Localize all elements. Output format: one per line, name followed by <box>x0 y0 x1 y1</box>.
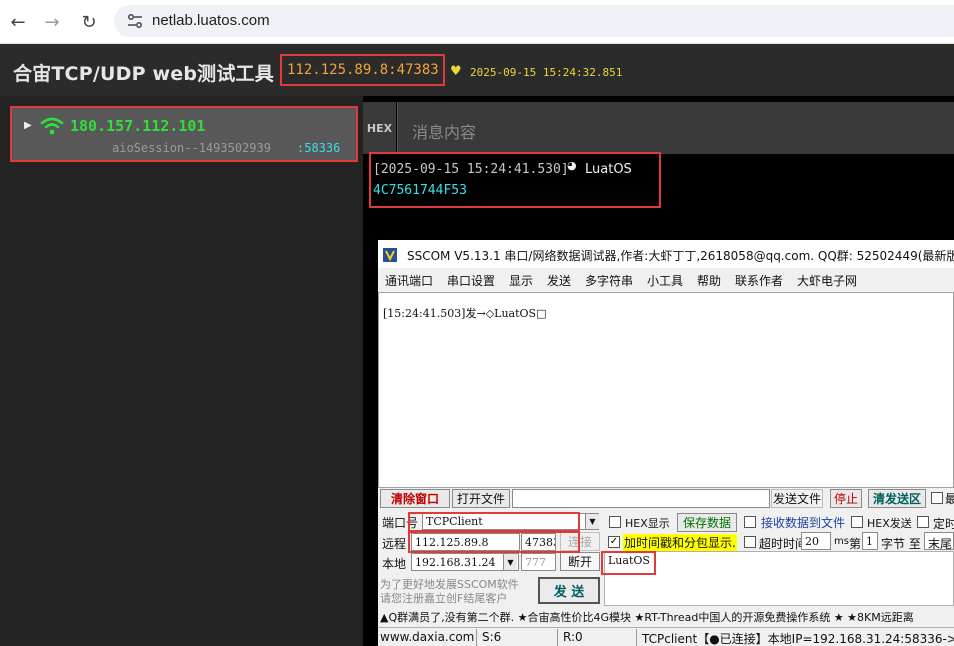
menu-item[interactable]: 大虾电子网 <box>797 272 857 289</box>
clear-send-button[interactable]: 清发送区 <box>868 489 926 508</box>
log-line: [15:24:41.503]发→◇LuatOS□ <box>383 307 547 320</box>
local-port-input[interactable]: 777 <box>521 553 556 571</box>
address-bar[interactable]: netlab.luatos.com <box>114 5 954 37</box>
menu-item[interactable]: 联系作者 <box>735 272 783 289</box>
forward-arrow-icon[interactable]: → <box>40 10 64 34</box>
save-data-button[interactable]: 保存数据 <box>677 513 737 532</box>
browser-toolbar: ← → ↻ netlab.luatos.com <box>0 0 954 44</box>
ad-banner[interactable]: ▲Q群满员了,没有第二个群. ★合宙高性价比4G模块 ★RT-Thread中国人… <box>378 607 954 626</box>
byte-end-select[interactable]: 末尾 <box>924 532 954 550</box>
server-address[interactable]: 112.125.89.8:47383 <box>280 54 445 86</box>
menu-item[interactable]: 通讯端口 <box>385 272 433 289</box>
byte-start-input[interactable]: 1 <box>862 532 878 550</box>
disconnect-button[interactable]: 断开 <box>560 552 600 571</box>
message-input[interactable]: 消息内容 <box>397 102 954 154</box>
heartbeat-timestamp: 2025-09-15 15:24:32.851 <box>470 66 623 79</box>
send-button[interactable]: 发 送 <box>538 577 600 604</box>
timeout-input[interactable]: 20 <box>801 532 831 550</box>
timed-send-label: 定时 <box>933 517 954 531</box>
expand-caret-icon[interactable]: ▶ <box>24 120 32 131</box>
site-settings-icon[interactable] <box>126 13 144 29</box>
chevron-down-icon[interactable]: ▼ <box>585 514 599 529</box>
url-text: netlab.luatos.com <box>152 12 270 29</box>
sscom-window: SSCOM V5.13.1 串口/网络数据调试器,作者:大虾丁丁,2618058… <box>378 240 954 646</box>
clear-window-button[interactable]: 清除窗口 <box>380 489 450 508</box>
sscom-app-icon <box>383 248 397 262</box>
last-label: 最 <box>945 492 954 506</box>
menu-item[interactable]: 显示 <box>509 272 533 289</box>
status-bar: www.daxia.com S:6 R:0 TCPclient【●已连接】本地I… <box>378 627 954 646</box>
message-text: LuatOS <box>585 162 632 177</box>
message-entry: [2025-09-15 15:24:41.530] ◕ LuatOS 4C756… <box>369 152 661 208</box>
reload-icon[interactable]: ↻ <box>77 10 101 34</box>
wifi-icon <box>40 117 64 135</box>
send-text-highlight <box>601 551 656 575</box>
stop-button[interactable]: 停止 <box>830 489 862 508</box>
menu-item[interactable]: 串口设置 <box>447 272 495 289</box>
remote-highlight <box>408 531 580 553</box>
local-label: 本地 <box>382 557 407 571</box>
sscom-titlebar: SSCOM V5.13.1 串口/网络数据调试器,作者:大虾丁丁,2618058… <box>378 240 954 268</box>
session-id: aioSession--1493502939 <box>112 141 271 155</box>
timestamp-option-label: 加时间戳和分包显示. <box>623 534 737 551</box>
remote-label: 远程 <box>382 537 407 551</box>
message-timestamp: [2025-09-15 15:24:41.530] <box>373 162 569 177</box>
timeout-unit: ms <box>834 536 849 547</box>
client-port: :58336 <box>297 141 341 155</box>
sscom-toolbar: 清除窗口 打开文件 发送文件 停止 清发送区 最 <box>378 488 954 508</box>
incoming-signal-icon: ◕ <box>567 159 577 172</box>
message-hex: 4C7561744F53 <box>373 183 467 198</box>
byte-label-to: 字节 至 <box>881 537 921 551</box>
byte-label-start: 第 <box>849 537 862 551</box>
send-file-button[interactable]: 发送文件 <box>771 489 823 508</box>
recv-to-file-label: 接收数据到文件 <box>761 516 846 530</box>
file-path-input[interactable] <box>512 489 770 508</box>
hex-display-label: HEX显示 <box>625 517 670 530</box>
port-highlight <box>408 512 580 532</box>
app-title: 合宙TCP/UDP web测试工具 <box>13 63 274 85</box>
sscom-title: SSCOM V5.13.1 串口/网络数据调试器,作者:大虾丁丁,2618058… <box>407 249 954 263</box>
client-ip: 180.157.112.101 <box>70 117 206 135</box>
status-connection: TCPclient【●已连接】本地IP=192.168.31.24:58336-… <box>642 632 954 646</box>
hex-toggle-button[interactable]: HEX <box>363 102 396 154</box>
status-website[interactable]: www.daxia.com <box>380 630 474 644</box>
chevron-down-icon[interactable]: ▼ <box>503 554 517 570</box>
timestamp-checkbox[interactable]: ✓ <box>608 536 620 548</box>
heartbeat-heart-icon: ♥ <box>450 64 462 79</box>
timed-send-checkbox[interactable] <box>917 516 929 528</box>
hex-send-checkbox[interactable] <box>851 516 863 528</box>
app-header: 合宙TCP/UDP web测试工具 112.125.89.8:47383 ♥ 2… <box>0 44 954 96</box>
menu-item[interactable]: 帮助 <box>697 272 721 289</box>
status-sent-count: S:6 <box>482 630 502 644</box>
promo-line-2: 请您注册嘉立创F结尾客户 <box>380 592 508 605</box>
recv-to-file-checkbox[interactable] <box>744 516 756 528</box>
open-file-button[interactable]: 打开文件 <box>452 489 510 508</box>
local-ip-value: 192.168.31.24 <box>415 556 496 569</box>
timeout-checkbox[interactable] <box>744 536 756 548</box>
send-textarea[interactable]: LuatOS <box>604 551 954 606</box>
hex-send-label: HEX发送 <box>867 517 912 530</box>
back-arrow-icon[interactable]: ← <box>6 10 30 34</box>
receive-log[interactable]: [15:24:41.503]发→◇LuatOS□ <box>378 292 954 488</box>
hex-display-checkbox[interactable] <box>609 516 621 528</box>
session-item[interactable]: ▶ 180.157.112.101 aioSession--1493502939… <box>10 106 358 162</box>
sscom-menubar: 通讯端口 串口设置 显示 发送 多字符串 小工具 帮助 联系作者 大虾电子网 <box>378 268 954 292</box>
session-list: ▶ 180.157.112.101 aioSession--1493502939… <box>0 96 363 646</box>
last-checkbox[interactable] <box>931 492 943 504</box>
status-received-count: R:0 <box>563 630 583 644</box>
menu-item[interactable]: 小工具 <box>647 272 683 289</box>
menu-item[interactable]: 多字符串 <box>585 272 633 289</box>
menu-item[interactable]: 发送 <box>547 272 571 289</box>
